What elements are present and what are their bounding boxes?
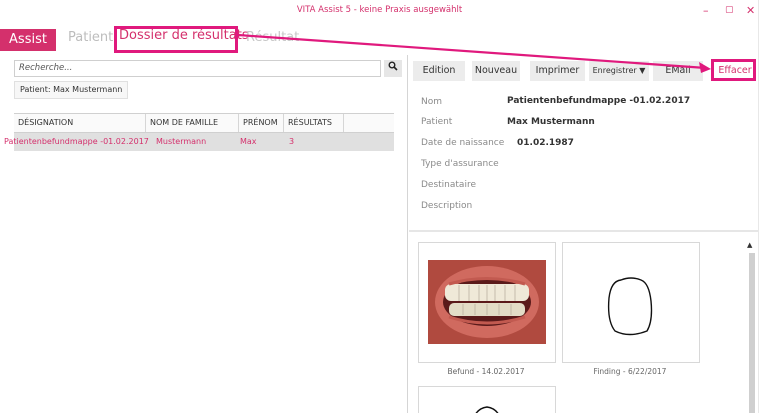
destinataire-label: Destinataire [421,180,476,190]
thumbnails-scrollbar[interactable]: ▲ [747,241,755,413]
cell-nom: Mustermann [156,137,207,146]
tab-assist[interactable]: Assist [0,29,56,51]
patient-label: Patient [421,117,453,127]
caption-finding: Finding - 6/22/2017 [593,367,667,376]
cell-designation: Patientenbefundmappe -01.02.2017 [4,137,149,146]
nouveau-button[interactable]: Nouveau [472,61,520,81]
teeth-photo [428,260,546,344]
dob-label: Date de naissance [421,138,505,148]
column-header-nom-de-famille[interactable]: NOM DE FAMILLE [146,114,239,132]
dossier-list-panel: Recherche... Patient: Max Mustermann DÉS… [0,55,408,413]
email-button[interactable]: EMail [653,61,703,81]
column-header-designation[interactable]: DÉSIGNATION [14,114,146,132]
app-window: VITA Assist 5 - keine Praxis ausgewählt … [0,0,759,413]
result-card-finding[interactable] [562,242,700,363]
title-bar: VITA Assist 5 - keine Praxis ausgewählt … [0,0,759,22]
dob-value: 01.02.1987 [517,138,574,148]
scroll-up-arrow-icon[interactable]: ▲ [747,241,752,249]
tab-resultat[interactable]: Résultat [246,30,299,45]
window-title: VITA Assist 5 - keine Praxis ausgewählt [296,5,463,15]
cell-prenom: Max [240,137,257,146]
result-card-3[interactable] [418,386,556,413]
cell-resultats: 3 [289,137,295,146]
tooth-outline-partial [475,406,499,413]
tooth-outline-drawing [607,277,653,336]
assurance-label: Type d'assurance [421,159,499,169]
close-button[interactable]: ✕ [746,4,755,17]
nom-label: Nom [421,97,443,107]
chevron-down-icon: ▼ [639,66,646,75]
dossier-table: DÉSIGNATION NOM DE FAMILLE PRÉNOM RÉSULT… [4,113,394,151]
enregistrer-label: Enregistrer [592,66,637,75]
results-thumbnails: Befund - 14.02.2017 Finding - 6/22/2017 [409,233,759,413]
highlight-box-dossier [114,26,238,53]
highlight-box-effacer [711,59,756,81]
search-input[interactable]: Recherche... [14,60,381,77]
enregistrer-dropdown[interactable]: Enregistrer ▼ [589,61,649,81]
divider [409,230,759,232]
caption-befund: Befund - 14.02.2017 [447,367,525,376]
imprimer-button[interactable]: Imprimer [530,61,585,81]
table-row[interactable]: Patientenbefundmappe -01.02.2017 Musterm… [4,133,394,151]
edition-button[interactable]: Edition [413,61,465,81]
patient-value: Max Mustermann [507,117,595,127]
column-header-prenom[interactable]: PRÉNOM [239,114,284,132]
result-card-befund[interactable] [418,242,556,363]
patient-filter-chip[interactable]: Patient: Max Mustermann [14,81,129,99]
table-header: DÉSIGNATION NOM DE FAMILLE PRÉNOM RÉSULT… [14,113,394,133]
tab-patient[interactable]: Patient [68,30,113,45]
minimize-button[interactable]: – [703,4,709,17]
nom-value: Patientenbefundmappe -01.02.2017 [507,96,691,106]
description-label: Description [421,201,473,211]
dossier-detail-panel: Edition Nouveau Imprimer Enregistrer ▼ E… [409,55,759,413]
maximize-button[interactable]: ▢ [725,5,734,15]
scroll-thumb[interactable] [749,253,755,413]
search-icon[interactable] [384,60,402,77]
column-header-resultats[interactable]: RÉSULTATS [284,114,344,132]
